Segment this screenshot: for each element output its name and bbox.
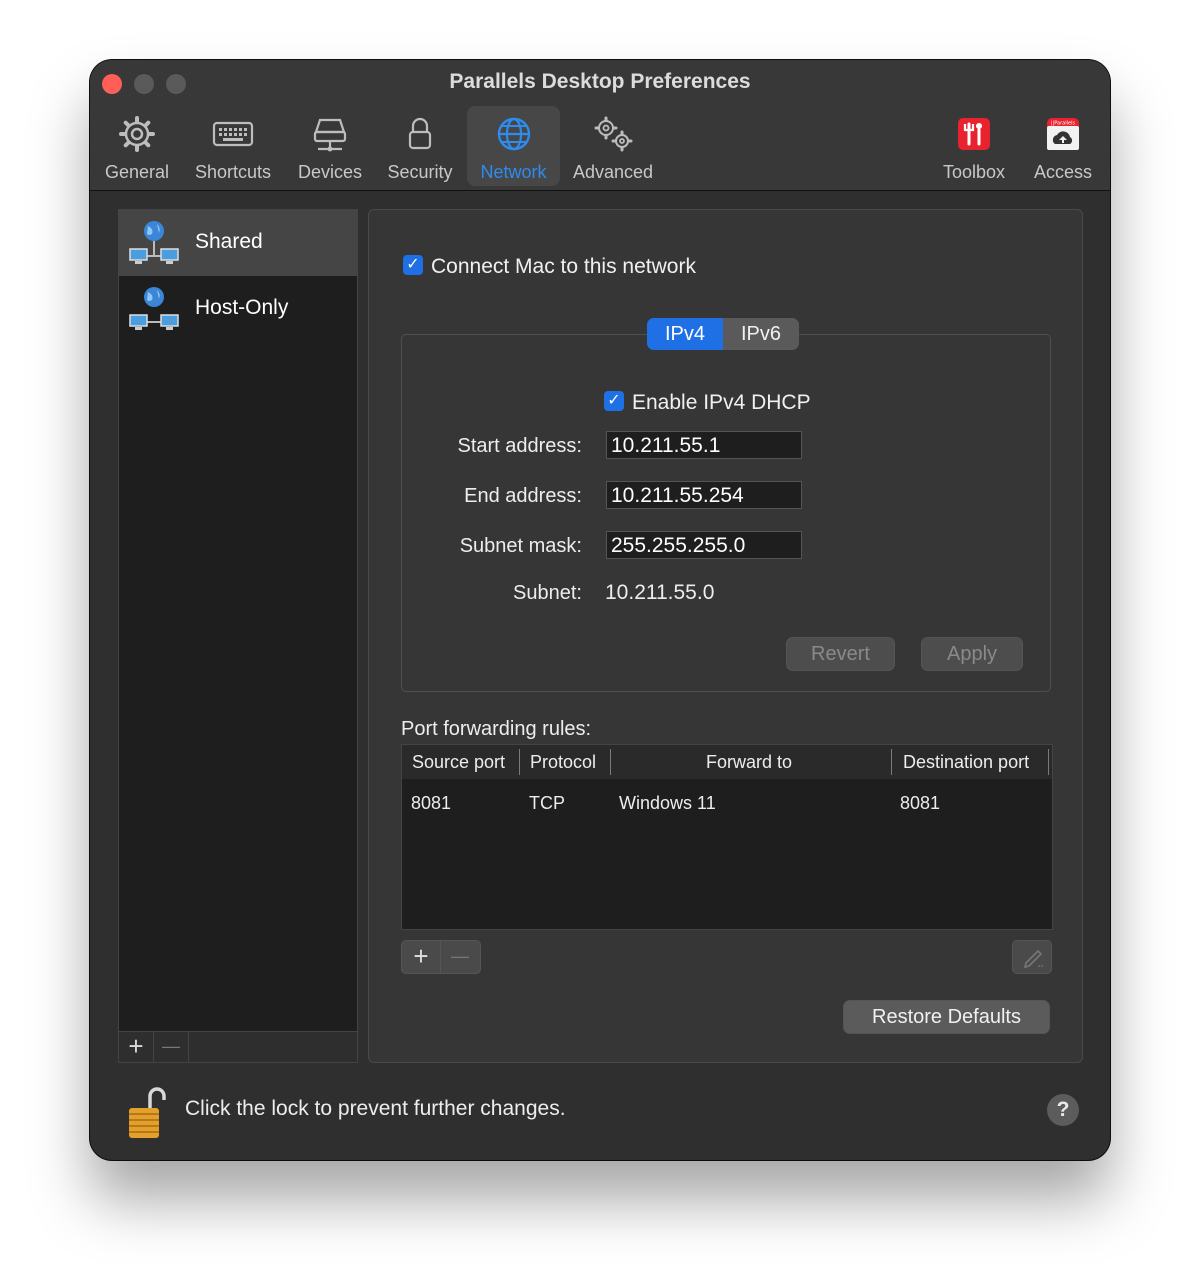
unlocked-padlock-icon[interactable] <box>126 1086 170 1142</box>
lock-status-text: Click the lock to prevent further change… <box>185 1097 566 1120</box>
footer-bar: Click the lock to prevent further change… <box>90 1072 1110 1160</box>
tab-toolbox-label: Toolbox <box>942 162 1006 182</box>
pencil-icon <box>1023 949 1043 969</box>
tab-network[interactable]: Network <box>467 106 560 186</box>
cell-protocol: TCP <box>529 793 565 813</box>
drive-icon <box>313 118 347 152</box>
sidebar-item-host-only[interactable]: Host-Only <box>119 276 357 342</box>
dhcp-row[interactable]: ✓ Enable IPv4 DHCP <box>604 391 811 415</box>
ip-settings-box: ✓ Enable IPv4 DHCP Start address: 10.211.… <box>401 334 1051 692</box>
subnet-label: Subnet: <box>513 582 582 604</box>
host-only-network-icon <box>129 287 179 330</box>
rule-add-remove-control: + — <box>401 940 481 974</box>
network-settings-panel: ✓ Connect Mac to this network ✓ Enable IPv… <box>368 209 1083 1063</box>
gears-icon <box>594 116 633 152</box>
keyboard-icon <box>212 121 254 147</box>
tab-devices-label: Devices <box>297 162 363 182</box>
tab-shortcuts-label: Shortcuts <box>194 162 272 182</box>
port-forwarding-label: Port forwarding rules: <box>401 718 592 740</box>
restore-defaults-button[interactable]: Restore Defaults <box>843 1000 1050 1034</box>
table-header: Source port Protocol Forward to Destinat… <box>402 745 1052 779</box>
column-divider <box>1048 749 1049 775</box>
tab-access-label: Access <box>1033 162 1093 182</box>
column-divider <box>610 749 611 775</box>
cell-destination-port: 8081 <box>900 793 941 813</box>
apply-button[interactable]: Apply <box>921 637 1023 671</box>
toolbox-icon <box>958 118 990 150</box>
column-divider <box>519 749 520 775</box>
subnet-mask-field[interactable]: 255.255.255.0 <box>606 531 802 559</box>
tab-shortcuts[interactable]: Shortcuts <box>190 106 276 186</box>
sidebar-item-shared[interactable]: Shared <box>119 210 357 276</box>
tab-toolbox[interactable]: Toolbox <box>938 106 1010 186</box>
column-divider <box>891 749 892 775</box>
tab-advanced[interactable]: Advanced <box>566 106 660 186</box>
cell-forward-to: Windows 11 <box>619 793 716 813</box>
access-badge-text: ||Parallels <box>1051 121 1076 127</box>
end-address-field[interactable]: 10.211.55.254 <box>606 481 802 509</box>
sidebar-toolbar: + — <box>119 1031 357 1062</box>
tab-network-label: Network <box>480 162 547 182</box>
subnet-mask-label: Subnet mask: <box>459 535 582 557</box>
column-header-destination-port[interactable]: Destination port <box>903 745 1029 779</box>
connect-mac-row[interactable]: ✓ Connect Mac to this network <box>403 255 696 279</box>
shared-network-icon <box>129 221 179 264</box>
ipv6-segment[interactable]: IPv6 <box>723 318 799 350</box>
subnet-value: 10.211.55.0 <box>605 581 715 604</box>
titlebar: Parallels Desktop Preferences General Sh… <box>90 60 1110 191</box>
tab-general[interactable]: General <box>102 106 172 186</box>
remove-rule-button[interactable]: — <box>441 941 479 973</box>
column-header-source-port[interactable]: Source port <box>412 745 505 779</box>
sidebar-item-label: Shared <box>195 230 263 253</box>
add-rule-button[interactable]: + <box>402 941 441 973</box>
network-list: Shared Host-Only + — <box>118 209 358 1063</box>
column-header-forward-to[interactable]: Forward to <box>706 745 792 779</box>
sidebar-item-label: Host-Only <box>195 296 289 319</box>
dhcp-checkbox[interactable]: ✓ <box>604 391 624 412</box>
lock-icon <box>408 117 432 150</box>
remove-network-button[interactable]: — <box>154 1032 189 1062</box>
dhcp-label: Enable IPv4 DHCP <box>632 391 811 414</box>
globe-icon <box>497 117 530 151</box>
ipv4-segment[interactable]: IPv4 <box>647 318 723 350</box>
edit-rule-button[interactable] <box>1012 940 1052 974</box>
tab-access[interactable]: ||Parallels Access <box>1026 106 1100 186</box>
ip-version-segmented-control: IPv4 IPv6 <box>647 318 799 350</box>
connect-mac-checkbox[interactable]: ✓ <box>403 255 423 276</box>
end-address-label: End address: <box>464 485 582 507</box>
help-button[interactable]: ? <box>1047 1094 1079 1126</box>
connect-mac-label: Connect Mac to this network <box>431 255 696 278</box>
tab-security-label: Security <box>387 162 453 182</box>
add-network-button[interactable]: + <box>119 1032 154 1062</box>
tab-general-label: General <box>104 162 170 182</box>
cell-source-port: 8081 <box>411 793 452 813</box>
tab-security[interactable]: Security <box>382 106 458 186</box>
tab-advanced-label: Advanced <box>572 162 654 182</box>
column-header-protocol[interactable]: Protocol <box>530 745 596 779</box>
gear-icon <box>119 116 155 152</box>
preferences-window: Parallels Desktop Preferences General Sh… <box>90 60 1110 1160</box>
tab-devices[interactable]: Devices <box>292 106 368 186</box>
access-cloud-icon: ||Parallels <box>1047 118 1079 150</box>
port-forwarding-table: Source port Protocol Forward to Destinat… <box>401 744 1053 930</box>
start-address-label: Start address: <box>457 435 582 457</box>
window-title: Parallels Desktop Preferences <box>449 70 751 93</box>
start-address-field[interactable]: 10.211.55.1 <box>606 431 802 459</box>
revert-button[interactable]: Revert <box>786 637 895 671</box>
